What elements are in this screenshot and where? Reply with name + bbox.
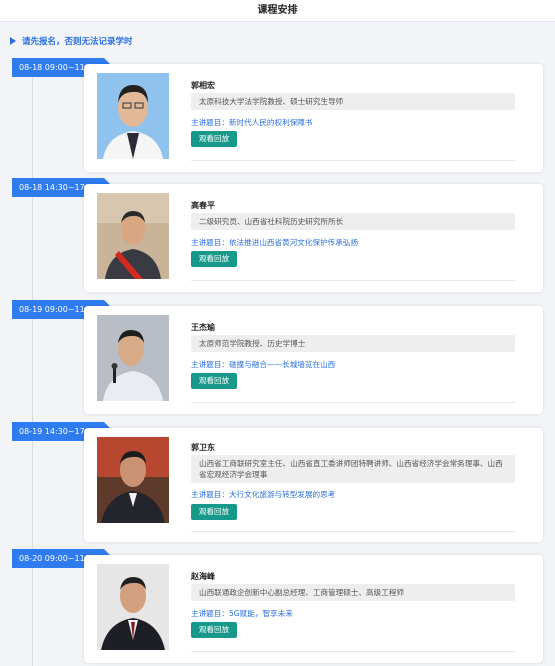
speaker-name: 赵海峰 xyxy=(191,572,215,581)
notice-text: 请先报名，否则无法记录学时 xyxy=(22,37,133,47)
speaker-photo xyxy=(97,437,169,523)
lecture-topic: 主讲题目：碰撞与融合——长城墙览在山西 xyxy=(191,360,336,369)
speaker-photo xyxy=(97,315,169,401)
card-divider xyxy=(191,531,515,532)
watch-replay-button[interactable]: 观看回放 xyxy=(191,622,237,638)
speaker-title: 山西省工商联研究室主任、山西省直工委讲师团特聘讲师、山西省经济学会常务理事、山西… xyxy=(191,455,515,483)
session-card: 赵海峰 山西联通政企创新中心副总经理、工商管理硕士、高级工程师 主讲题目：5G赋… xyxy=(84,555,543,663)
timeline-line xyxy=(32,72,33,666)
card-divider xyxy=(191,160,515,161)
speaker-photo xyxy=(97,73,169,159)
lecture-topic: 主讲题目：新时代人民的权利保障书 xyxy=(191,118,313,127)
card-divider xyxy=(191,402,515,403)
card-divider xyxy=(191,651,515,652)
lecture-topic: 主讲题目：大行文化旅游与转型发展的思考 xyxy=(191,490,336,499)
speaker-title: 二级研究员、山西省社科院历史研究所所长 xyxy=(191,213,515,230)
speaker-name: 郭相宏 xyxy=(191,81,215,90)
watch-replay-button[interactable]: 观看回放 xyxy=(191,251,237,267)
speaker-name: 郭卫东 xyxy=(191,443,215,452)
speaker-name: 高春平 xyxy=(191,201,215,210)
watch-replay-button[interactable]: 观看回放 xyxy=(191,504,237,520)
speaker-title: 太原科技大学法学院教授、硕士研究生导师 xyxy=(191,93,515,110)
lecture-topic: 主讲题目：依法推进山西省黄河文化保护传承弘扬 xyxy=(191,238,359,247)
card-divider xyxy=(191,280,515,281)
lecture-topic: 主讲题目：5G赋能，智享未来 xyxy=(191,609,293,618)
speaker-photo xyxy=(97,193,169,279)
speaker-photo xyxy=(97,564,169,650)
session-card: 郭相宏 太原科技大学法学院教授、硕士研究生导师 主讲题目：新时代人民的权利保障书… xyxy=(84,64,543,172)
speaker-title: 太原师范学院教授、历史学博士 xyxy=(191,335,515,352)
play-triangle-icon xyxy=(10,37,16,45)
registration-notice: 请先报名，否则无法记录学时 xyxy=(10,35,133,47)
speaker-title: 山西联通政企创新中心副总经理、工商管理硕士、高级工程师 xyxy=(191,584,515,601)
session-card: 高春平 二级研究员、山西省社科院历史研究所所长 主讲题目：依法推进山西省黄河文化… xyxy=(84,184,543,292)
session-card: 郭卫东 山西省工商联研究室主任、山西省直工委讲师团特聘讲师、山西省经济学会常务理… xyxy=(84,428,543,542)
page-title: 课程安排 xyxy=(257,5,298,16)
watch-replay-button[interactable]: 观看回放 xyxy=(191,373,237,389)
page-header: 课程安排 xyxy=(0,0,555,22)
speaker-name: 王杰瑜 xyxy=(191,323,215,332)
session-card: 王杰瑜 太原师范学院教授、历史学博士 主讲题目：碰撞与融合——长城墙览在山西 观… xyxy=(84,306,543,414)
watch-replay-button[interactable]: 观看回放 xyxy=(191,131,237,147)
